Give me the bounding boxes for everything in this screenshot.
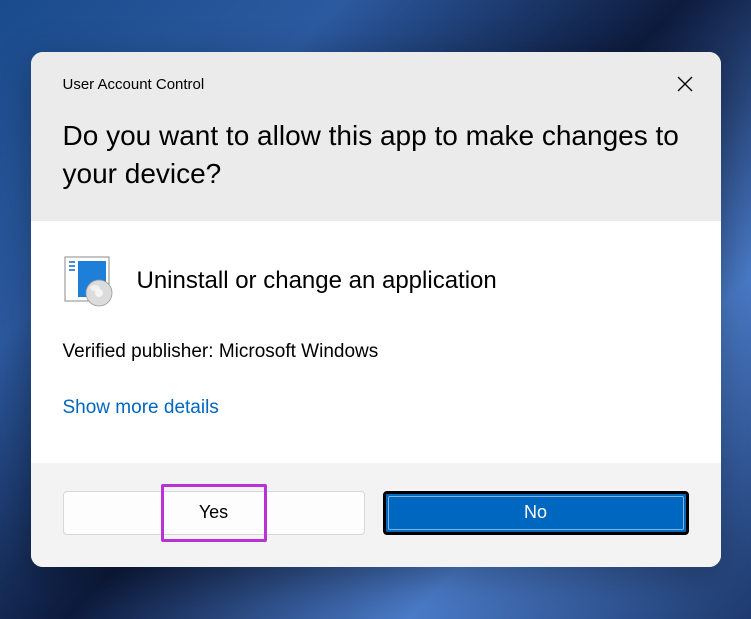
app-name: Uninstall or change an application — [137, 267, 497, 295]
dialog-title: User Account Control — [63, 76, 689, 93]
publisher-text: Verified publisher: Microsoft Windows — [63, 341, 689, 363]
no-button[interactable]: No — [383, 491, 689, 535]
show-more-details-link[interactable]: Show more details — [63, 397, 689, 419]
yes-button-label: Yes — [199, 502, 228, 523]
dialog-body: Uninstall or change an application Verif… — [31, 221, 721, 463]
app-info-row: Uninstall or change an application — [63, 255, 689, 307]
no-button-label: No — [524, 502, 547, 523]
dialog-footer: Yes No — [31, 463, 721, 567]
uac-dialog: User Account Control Do you want to allo… — [31, 52, 721, 567]
close-button[interactable] — [671, 70, 699, 98]
app-icon — [63, 255, 115, 307]
close-icon — [677, 76, 693, 92]
dialog-header: User Account Control Do you want to allo… — [31, 52, 721, 221]
yes-button[interactable]: Yes — [63, 491, 365, 535]
dialog-question: Do you want to allow this app to make ch… — [63, 117, 689, 193]
